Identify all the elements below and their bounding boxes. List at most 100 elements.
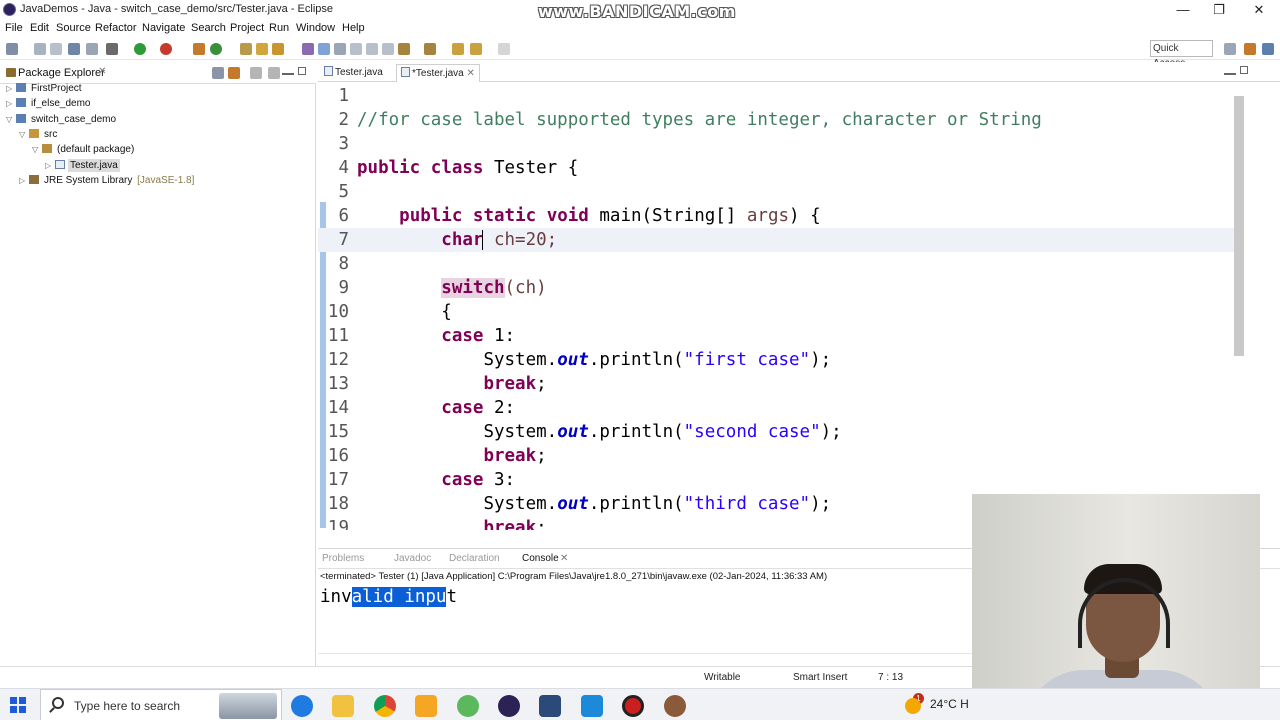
menu-project[interactable]: Project [230,22,264,34]
forward-icon[interactable] [498,43,510,55]
code-line: 13 break; [318,372,1234,396]
save-all-icon[interactable] [50,43,62,55]
console-horizontal-scrollbar[interactable] [318,653,972,665]
java-ee-perspective-icon[interactable] [1244,43,1256,55]
last-edit-icon[interactable] [452,43,464,55]
expand-arrow-icon[interactable]: ▷ [6,84,16,93]
open-perspective-icon[interactable] [1224,43,1236,55]
menu-source[interactable]: Source [56,22,91,34]
collapse-arrow-icon[interactable]: ▽ [6,115,16,124]
expand-arrow-icon[interactable]: ▷ [45,161,55,170]
package-explorer: Package Explorer ✕ ▷ FirstProject ▷ if_els… [0,62,316,686]
expand-arrow-icon[interactable]: ▷ [6,99,16,108]
annotation-icon[interactable] [302,43,314,55]
collapse-arrow-icon[interactable]: ▽ [32,145,42,154]
run-icon[interactable] [134,43,146,55]
debug-icon[interactable] [106,43,118,55]
new-icon[interactable] [6,43,18,55]
collapse-arrow-icon[interactable]: ▽ [19,130,29,139]
toggle-icon[interactable] [86,43,98,55]
tab-declaration[interactable]: Declaration [449,553,500,564]
tab-close-icon[interactable]: ✕ [466,68,474,79]
network-app-icon[interactable] [539,695,561,717]
maximize-editor-icon[interactable] [1240,66,1248,74]
menu-help[interactable]: Help [342,22,365,34]
menu-window[interactable]: Window [296,22,335,34]
java-perspective-icon[interactable] [1262,43,1274,55]
save-icon[interactable] [34,43,46,55]
code-token: .println( [588,494,684,514]
menu-file[interactable]: File [5,22,23,34]
console-output[interactable]: invalid input [320,586,457,608]
console-output-selection: alid inpu [351,587,447,607]
mark-occurrences-icon[interactable] [318,43,330,55]
tree-item-tester-java[interactable]: ▷ Tester.java [45,159,120,175]
tree-item-default-package[interactable]: ▽ (default package) [32,144,136,159]
show-whitespace-icon[interactable] [350,43,362,55]
word-wrap-icon[interactable] [366,43,378,55]
editor-vertical-scrollbar[interactable] [1234,96,1244,356]
code-token: { [441,302,452,322]
tab-javadoc[interactable]: Javadoc [394,553,431,564]
tree-item-firstproject[interactable]: ▷ FirstProject [6,83,84,98]
external-tools-icon[interactable] [160,43,172,55]
eclipse-taskbar-icon[interactable] [498,695,520,717]
new-class-icon[interactable] [210,43,222,55]
taskbar-search-box[interactable]: Type here to search [40,689,282,720]
notepad-icon[interactable] [415,695,437,717]
vscode-icon[interactable] [581,695,603,717]
link-with-editor-icon[interactable] [228,67,240,79]
file-explorer-icon[interactable] [332,695,354,717]
code-line: 15 System.out.println("second case"); [318,420,1234,444]
pilcrow-icon[interactable] [382,43,394,55]
bandicam-record-icon[interactable] [622,695,644,717]
edge-icon[interactable] [291,695,313,717]
menu-refactor[interactable]: Refactor [95,22,137,34]
close-button[interactable]: ✕ [1241,0,1277,20]
minimize-button[interactable]: — [1165,0,1201,20]
chrome-icon[interactable] [374,695,396,717]
tree-item-label: src [44,129,58,140]
line-content: System.out.println("third case"); [357,492,831,516]
tree-item-jre-system-library[interactable]: ▷ JRE System Library [JavaSE-1.8] [19,175,194,190]
code-area[interactable]: 1 2 //for case label supported types are … [318,84,1234,530]
filter-icon[interactable] [268,67,280,79]
windows-start-icon[interactable] [10,697,26,713]
maximize-view-icon[interactable] [298,67,306,75]
open-folder-icon[interactable] [256,43,268,55]
minimize-view-icon[interactable] [282,67,294,75]
tree-item-if-else-demo[interactable]: ▷ if_else_demo [6,98,92,113]
console-close-icon[interactable]: ✕ [560,553,568,564]
print-icon[interactable] [68,43,80,55]
tab-tester-java[interactable]: Tester.java [320,64,387,82]
view-menu-icon[interactable] [250,67,262,79]
menu-edit[interactable]: Edit [30,22,49,34]
maximize-button[interactable]: ❐ [1201,0,1237,20]
quick-access-input[interactable]: Quick Access [1150,40,1213,69]
back-icon[interactable] [470,43,482,55]
menu-run[interactable]: Run [269,22,289,34]
green-app-icon[interactable] [457,695,479,717]
project-icon [16,98,26,107]
code-token: (ch) [504,278,547,298]
taskbar-weather[interactable]: 24°C H [930,697,969,711]
block-selection-icon[interactable] [334,43,346,55]
tab-problems[interactable]: Problems [322,553,364,564]
new-java-project-icon[interactable] [193,43,205,55]
previous-annotation-icon[interactable] [424,43,436,55]
search-tool-icon[interactable] [272,43,284,55]
expand-arrow-icon[interactable]: ▷ [19,176,29,185]
app-icon[interactable] [664,695,686,717]
menu-navigate[interactable]: Navigate [142,22,185,34]
minimize-editor-icon[interactable] [1224,67,1236,75]
weather-icon[interactable] [905,698,921,714]
tab-console[interactable]: Console [522,553,559,564]
tree-item-src[interactable]: ▽ src [19,129,59,144]
tree-item-switch-case-demo[interactable]: ▽ switch_case_demo [6,114,118,129]
next-annotation-icon[interactable] [398,43,410,55]
tab-tester-java-modified[interactable]: *Tester.java ✕ [396,64,480,82]
menu-search[interactable]: Search [191,22,226,34]
package-explorer-close-icon[interactable]: ✕ [98,66,106,77]
collapse-all-icon[interactable] [212,67,224,79]
open-type-icon[interactable] [240,43,252,55]
